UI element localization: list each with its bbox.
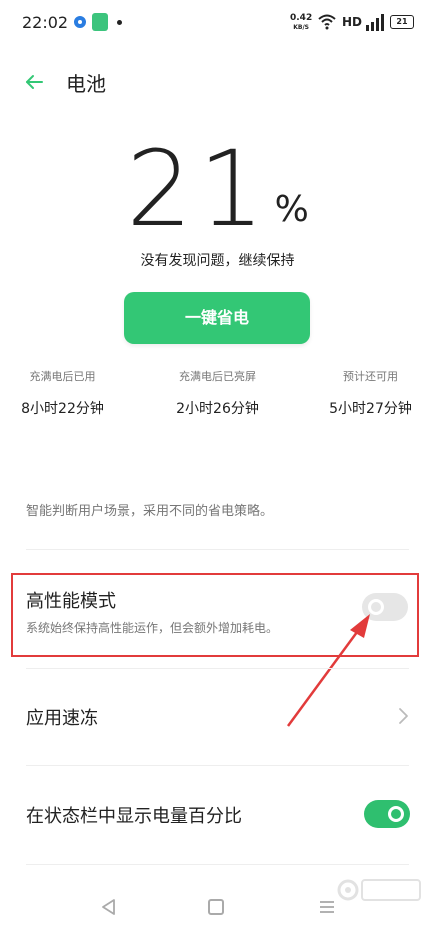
hd-indicator: HD xyxy=(342,15,363,29)
back-arrow-icon[interactable] xyxy=(22,70,46,94)
baidu-watermark-logo xyxy=(337,879,421,901)
setting-app-freeze[interactable]: 应用速冻 xyxy=(0,670,435,764)
stat-value: 2小时26分钟 xyxy=(176,401,259,417)
setting-title: 应用速冻 xyxy=(26,708,98,729)
battery-percentage-display: 21% xyxy=(0,130,435,248)
toggle-knob xyxy=(388,806,404,822)
stat-value: 8小时22分钟 xyxy=(21,401,104,417)
divider xyxy=(26,549,409,550)
divider xyxy=(26,668,409,669)
nav-home-icon[interactable] xyxy=(208,899,224,915)
page-title: 电池 xyxy=(66,72,106,96)
nav-back-icon[interactable] xyxy=(100,898,118,916)
wifi-icon xyxy=(318,14,336,30)
network-speed-value: 0.42 xyxy=(290,13,313,23)
network-speed: 0.42 KB/S xyxy=(290,14,312,32)
stat-value: 5小时27分钟 xyxy=(329,401,412,417)
stat-label: 预计还可用 xyxy=(343,370,398,383)
divider xyxy=(26,864,409,865)
percent-sign: % xyxy=(274,189,309,230)
stat-label: 充满电后已亮屏 xyxy=(179,370,256,383)
notification-app-icon xyxy=(74,16,86,28)
show-percentage-toggle[interactable] xyxy=(364,800,410,828)
battery-status-message: 没有发现问题，继续保持 xyxy=(140,253,295,269)
notification-sim-icon xyxy=(92,13,108,31)
header: 电池 xyxy=(0,62,435,102)
setting-show-battery-percentage[interactable]: 在状态栏中显示电量百分比 xyxy=(0,766,435,862)
status-time: 22:02 xyxy=(22,13,69,32)
stat-screen-on-since-full: 充满电后已亮屏 2小时26分钟 xyxy=(145,368,290,418)
battery-percent-value: 21 xyxy=(126,128,271,250)
notification-dot-icon xyxy=(117,20,122,25)
chevron-right-icon xyxy=(399,708,408,724)
setting-title: 在状态栏中显示电量百分比 xyxy=(26,806,242,827)
status-bar: 22:02 0.42 KB/S HD 21 xyxy=(0,0,435,48)
battery-indicator: 21 xyxy=(390,15,414,29)
battery-stats: 充满电后已用 8小时22分钟 充满电后已亮屏 2小时26分钟 预计还可用 5小时… xyxy=(0,368,435,428)
signal-icon xyxy=(366,14,384,31)
stat-used-since-full: 充满电后已用 8小时22分钟 xyxy=(0,368,135,418)
network-speed-unit: KB/S xyxy=(293,24,309,31)
stat-label: 充满电后已用 xyxy=(29,370,96,383)
smart-strategy-description: 智能判断用户场景，采用不同的省电策略。 xyxy=(26,504,274,519)
stat-estimated-remaining: 预计还可用 5小时27分钟 xyxy=(298,368,435,418)
one-click-save-button[interactable]: 一键省电 xyxy=(124,292,310,344)
